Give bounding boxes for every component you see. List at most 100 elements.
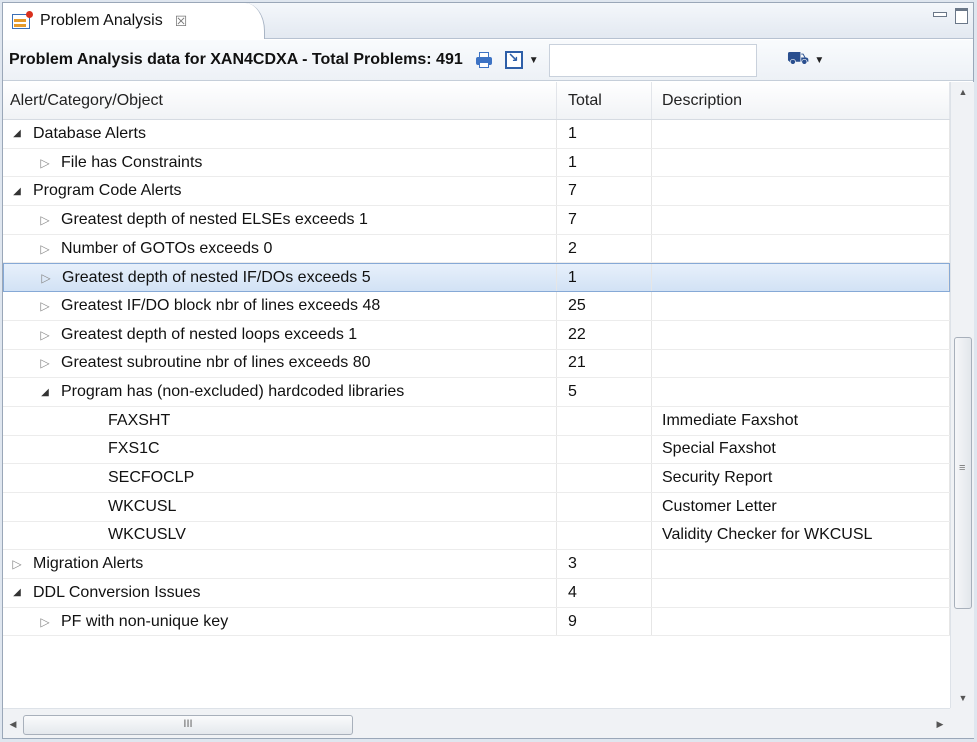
scroll-up-icon[interactable]: ▲	[951, 82, 975, 102]
total-cell: 1	[557, 120, 652, 148]
row-label: FXS1C	[108, 440, 160, 458]
table-row[interactable]: ▷ Greatest IF/DO block nbr of lines excee…	[3, 292, 950, 321]
problem-analysis-icon	[11, 11, 33, 31]
row-label: File has Constraints	[61, 153, 203, 171]
table-row[interactable]: ◢ Program has (non-excluded) hardcoded li…	[3, 378, 950, 407]
description-cell: Validity Checker for WKCUSL	[652, 521, 950, 550]
table-row[interactable]: ▷ PF with non-unique key 9	[3, 607, 950, 637]
maximize-icon[interactable]	[955, 8, 968, 24]
horizontal-scrollbar[interactable]: ◀ III ▶	[3, 708, 950, 738]
row-label: SECFOCLP	[108, 469, 195, 487]
minimize-icon[interactable]	[933, 8, 947, 20]
window-controls	[933, 8, 968, 24]
total-cell	[557, 492, 652, 521]
description-cell	[652, 550, 950, 578]
alert-cell: ▷ PF with non-unique key	[3, 607, 557, 636]
expand-twisty-icon[interactable]: ▷	[38, 615, 52, 629]
table-row[interactable]: ◢ DDL Conversion Issues 4	[3, 579, 950, 608]
print-icon[interactable]	[475, 51, 493, 69]
table-row[interactable]: SECFOCLP Security Report	[3, 464, 950, 493]
total-cell: 22	[557, 320, 652, 349]
page-title: Problem Analysis data for XAN4CDXA - Tot…	[9, 51, 463, 68]
scroll-down-icon[interactable]: ▼	[951, 688, 975, 708]
tab-strip: Problem Analysis ☒	[3, 3, 973, 39]
description-cell	[652, 206, 950, 234]
total-cell: 3	[557, 550, 652, 578]
expand-twisty-icon[interactable]: ▷	[10, 557, 24, 571]
table-row[interactable]: WKCUSLV Validity Checker for WKCUSL	[3, 521, 950, 551]
problem-analysis-view: Problem Analysis ☒ Problem Analysis data…	[2, 2, 974, 739]
row-label: DDL Conversion Issues	[33, 583, 201, 601]
row-label: Database Alerts	[33, 124, 146, 142]
problem-tree-table: Alert/Category/Object Total Description …	[3, 82, 950, 708]
expand-twisty-icon[interactable]: ▷	[38, 213, 52, 227]
alert-cell: SECFOCLP	[3, 464, 557, 492]
collapse-twisty-icon[interactable]: ◢	[10, 186, 24, 197]
table-row[interactable]: FXS1C Special Faxshot	[3, 435, 950, 465]
table-row[interactable]: ▷ Number of GOTOs exceeds 0 2	[3, 234, 950, 264]
vertical-scroll-thumb[interactable]: ≡	[954, 337, 972, 609]
alert-cell: WKCUSL	[3, 492, 557, 521]
total-cell: 4	[557, 579, 652, 607]
search-input[interactable]	[548, 43, 757, 77]
collapse-twisty-icon[interactable]: ◢	[10, 128, 24, 139]
total-cell	[557, 406, 652, 435]
column-header-total[interactable]: Total	[557, 82, 652, 119]
total-cell: 1	[557, 148, 652, 177]
row-label: Greatest depth of nested loops exceeds 1	[61, 325, 358, 343]
close-tab-icon[interactable]: ☒	[175, 13, 188, 30]
tab-label: Problem Analysis	[40, 12, 163, 29]
table-row[interactable]: ▷ Greatest subroutine nbr of lines exceed…	[3, 349, 950, 379]
description-cell	[652, 148, 950, 177]
collapse-twisty-icon[interactable]: ◢	[10, 587, 24, 598]
column-header-description[interactable]: Description	[652, 82, 950, 119]
alert-cell: ▷ Number of GOTOs exceeds 0	[3, 234, 557, 263]
chevron-down-icon[interactable]: ▼	[529, 55, 539, 66]
total-cell: 21	[557, 349, 652, 378]
description-cell	[652, 234, 950, 263]
scroll-left-icon[interactable]: ◀	[3, 709, 23, 739]
expand-twisty-icon[interactable]: ▷	[38, 328, 52, 342]
row-label: FAXSHT	[108, 411, 171, 429]
alert-cell: FAXSHT	[3, 406, 557, 435]
expand-twisty-icon[interactable]: ▷	[38, 356, 52, 370]
tab-problem-analysis[interactable]: Problem Analysis ☒	[3, 3, 265, 39]
table-row[interactable]: ▷ File has Constraints 1	[3, 148, 950, 178]
binoculars-icon[interactable]: ⛟	[787, 48, 810, 72]
alert-cell: ▷ Greatest depth of nested loops exceeds …	[3, 320, 557, 349]
alert-cell: ◢ Database Alerts	[3, 120, 557, 148]
row-label: PF with non-unique key	[61, 612, 229, 630]
total-cell: 5	[557, 378, 652, 406]
vertical-scrollbar[interactable]: ▲ ≡ ▼	[950, 82, 974, 708]
column-header-alert[interactable]: Alert/Category/Object	[3, 82, 557, 119]
description-cell: Customer Letter	[652, 492, 950, 521]
expand-twisty-icon[interactable]: ▷	[39, 271, 53, 285]
alert-cell: ▷ Migration Alerts	[3, 550, 557, 578]
table-row[interactable]: ◢ Program Code Alerts 7	[3, 177, 950, 207]
export-icon[interactable]	[504, 50, 523, 69]
total-cell: 7	[557, 206, 652, 234]
description-cell	[652, 607, 950, 636]
table-row[interactable]: ▷ Migration Alerts 3	[3, 550, 950, 579]
table-row[interactable]: ◢ Database Alerts 1	[3, 120, 950, 149]
row-label: Greatest IF/DO block nbr of lines exceed…	[61, 296, 381, 314]
expand-twisty-icon[interactable]: ▷	[38, 299, 52, 313]
alert-cell: ▷ Greatest subroutine nbr of lines exceed…	[3, 349, 557, 378]
table-row[interactable]: ▷ Greatest depth of nested ELSEs exceeds …	[3, 206, 950, 235]
table-row[interactable]: FAXSHT Immediate Faxshot	[3, 406, 950, 436]
horizontal-scroll-thumb[interactable]: III	[23, 715, 353, 735]
grip-icon: ≡	[959, 462, 966, 474]
find-options-chevron-icon[interactable]: ▼	[814, 55, 824, 66]
description-cell	[652, 378, 950, 406]
table-row[interactable]: WKCUSL Customer Letter	[3, 492, 950, 522]
alert-cell: ▷ File has Constraints	[3, 148, 557, 177]
alert-cell: ▷ Greatest depth of nested ELSEs exceeds …	[3, 206, 557, 234]
collapse-twisty-icon[interactable]: ◢	[38, 387, 52, 398]
alert-cell: ◢ Program has (non-excluded) hardcoded li…	[3, 378, 557, 406]
total-cell: 1	[557, 264, 652, 292]
table-row[interactable]: ▷ Greatest depth of nested loops exceeds …	[3, 320, 950, 350]
expand-twisty-icon[interactable]: ▷	[38, 156, 52, 170]
expand-twisty-icon[interactable]: ▷	[38, 242, 52, 256]
scroll-right-icon[interactable]: ▶	[930, 709, 950, 739]
table-row[interactable]: ▷ Greatest depth of nested IF/DOs exceeds…	[3, 263, 950, 293]
